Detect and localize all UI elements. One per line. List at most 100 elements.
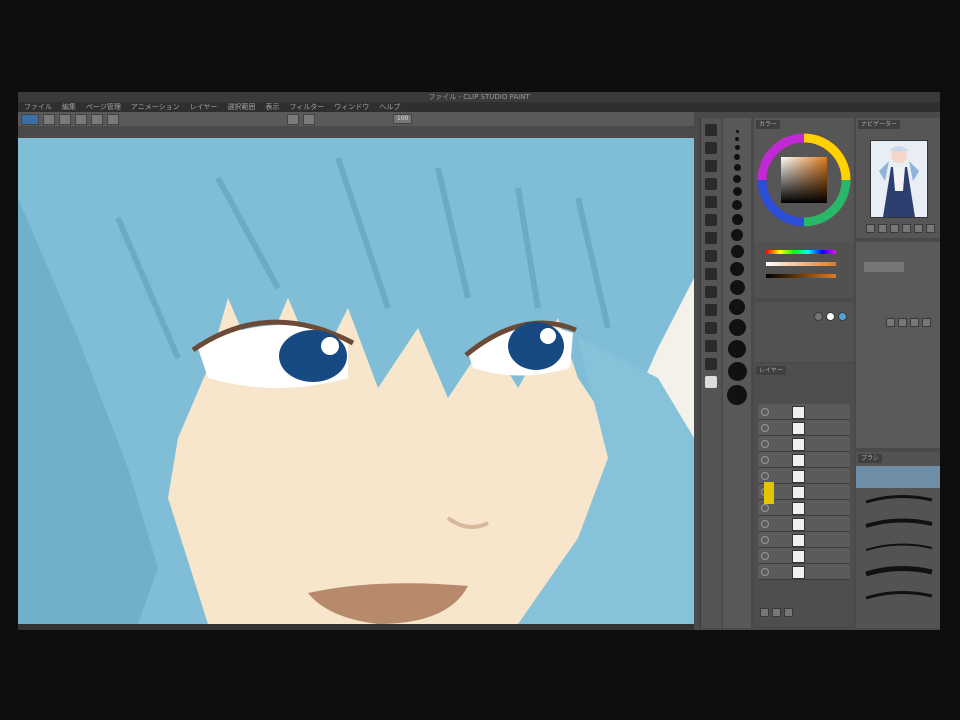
- layer-thumbnail-icon: [792, 470, 805, 483]
- new-folder-icon[interactable]: [772, 608, 781, 617]
- redo-icon[interactable]: [107, 113, 119, 125]
- property-button[interactable]: [886, 318, 895, 327]
- brush-size-11[interactable]: [730, 245, 744, 258]
- menu-animation[interactable]: アニメーション: [131, 102, 180, 112]
- nav-zoom-in-icon[interactable]: [878, 224, 887, 233]
- property-button[interactable]: [922, 318, 931, 327]
- layer-row[interactable]: [758, 532, 850, 548]
- property-button[interactable]: [910, 318, 919, 327]
- brush-size-4[interactable]: [734, 154, 740, 160]
- layer-row[interactable]: [758, 548, 850, 564]
- brush-stroke-previews[interactable]: [864, 490, 934, 610]
- new-layer-icon[interactable]: [760, 608, 769, 617]
- menu-page[interactable]: ページ管理: [86, 102, 121, 112]
- navigator-thumbnail[interactable]: [870, 140, 928, 218]
- character-preview-icon: [879, 146, 919, 217]
- eyedropper-icon[interactable]: [705, 178, 717, 190]
- layer-row[interactable]: [758, 516, 850, 532]
- color-wheel-icon[interactable]: [754, 130, 854, 240]
- brush-size-14[interactable]: [729, 299, 745, 315]
- eye-icon[interactable]: [761, 424, 769, 432]
- layer-row[interactable]: [758, 452, 850, 468]
- eye-icon[interactable]: [761, 408, 769, 416]
- airbrush-icon[interactable]: [705, 250, 717, 262]
- brush-size-1[interactable]: [735, 130, 739, 133]
- main-color-swatch[interactable]: [705, 376, 717, 388]
- menu-selection[interactable]: 選択範囲: [227, 102, 255, 112]
- fill-tool-icon[interactable]: [705, 304, 717, 316]
- layer-row[interactable]: [758, 404, 850, 420]
- brush-size-17[interactable]: [727, 362, 747, 381]
- brush-size-8[interactable]: [732, 200, 742, 210]
- brush-size-16[interactable]: [728, 340, 746, 358]
- layer-row[interactable]: [758, 420, 850, 436]
- zoom-icon[interactable]: [705, 142, 717, 154]
- eye-icon[interactable]: [761, 472, 769, 480]
- brush-size-7[interactable]: [732, 187, 742, 196]
- menu-file[interactable]: ファイル: [24, 102, 52, 112]
- text-icon[interactable]: [705, 358, 717, 370]
- nav-flip-icon[interactable]: [914, 224, 923, 233]
- value-slider[interactable]: [766, 274, 836, 278]
- brush-size-5[interactable]: [733, 164, 741, 171]
- nav-zoom-out-icon[interactable]: [866, 224, 875, 233]
- eye-icon[interactable]: [761, 456, 769, 464]
- brush-size-15[interactable]: [728, 319, 746, 336]
- menu-filter[interactable]: フィルター: [289, 102, 324, 112]
- navigator-tab[interactable]: ナビゲーター: [858, 120, 901, 129]
- property-button[interactable]: [898, 318, 907, 327]
- brush-tab[interactable]: ブラシ: [858, 454, 882, 463]
- zoom-in-icon[interactable]: [303, 113, 315, 125]
- selected-brush-row[interactable]: [856, 466, 940, 488]
- eraser-icon[interactable]: [59, 113, 71, 125]
- watercolor-effect-icon[interactable]: [826, 312, 835, 321]
- color-tab[interactable]: カラー: [756, 120, 781, 129]
- brush-size-2[interactable]: [735, 137, 739, 141]
- brush-size-12[interactable]: [730, 262, 744, 276]
- delete-layer-icon[interactable]: [784, 608, 793, 617]
- brush-size-3[interactable]: [734, 145, 740, 150]
- menu-layer[interactable]: レイヤー: [190, 102, 218, 112]
- layer-color-icon[interactable]: [838, 312, 847, 321]
- select-icon[interactable]: [705, 160, 717, 172]
- undo-icon[interactable]: [91, 113, 103, 125]
- blend-icon[interactable]: [705, 286, 717, 298]
- menu-window[interactable]: ウィンドウ: [334, 102, 369, 112]
- brush-size-9[interactable]: [731, 214, 743, 225]
- tool-mode-button[interactable]: [21, 113, 39, 125]
- menu-help[interactable]: ヘルプ: [379, 102, 400, 112]
- eye-icon[interactable]: [761, 568, 769, 576]
- pen-icon[interactable]: [43, 113, 55, 125]
- brush-size-6[interactable]: [733, 175, 741, 183]
- brush-icon[interactable]: [705, 232, 717, 244]
- menu-view[interactable]: 表示: [265, 102, 279, 112]
- brush-size-13[interactable]: [729, 280, 745, 295]
- hue-slider[interactable]: [766, 250, 836, 254]
- menu-edit[interactable]: 編集: [62, 102, 76, 112]
- pen-tool-icon[interactable]: [705, 196, 717, 208]
- layer-row[interactable]: [758, 436, 850, 452]
- move-icon[interactable]: [705, 124, 717, 136]
- gradient-icon[interactable]: [705, 322, 717, 334]
- nav-fit-icon[interactable]: [890, 224, 899, 233]
- brush-size-18[interactable]: [727, 385, 747, 405]
- eye-icon[interactable]: [761, 536, 769, 544]
- eraser-tool-icon[interactable]: [705, 268, 717, 280]
- eye-icon[interactable]: [761, 504, 769, 512]
- layer-row[interactable]: [758, 564, 850, 580]
- layer-tab[interactable]: レイヤー: [756, 366, 786, 375]
- brush-size-10[interactable]: [731, 229, 743, 241]
- eye-icon[interactable]: [761, 520, 769, 528]
- eye-icon[interactable]: [761, 440, 769, 448]
- drawing-canvas[interactable]: [18, 138, 694, 624]
- nav-reset-icon[interactable]: [926, 224, 935, 233]
- eye-icon[interactable]: [761, 552, 769, 560]
- tool-option-field[interactable]: 100: [393, 114, 413, 124]
- border-effect-icon[interactable]: [814, 312, 823, 321]
- fill-icon[interactable]: [75, 113, 87, 125]
- nav-rotate-icon[interactable]: [902, 224, 911, 233]
- pencil-icon[interactable]: [705, 214, 717, 226]
- saturation-slider[interactable]: [766, 262, 836, 266]
- figure-icon[interactable]: [705, 340, 717, 352]
- zoom-out-icon[interactable]: [287, 113, 299, 125]
